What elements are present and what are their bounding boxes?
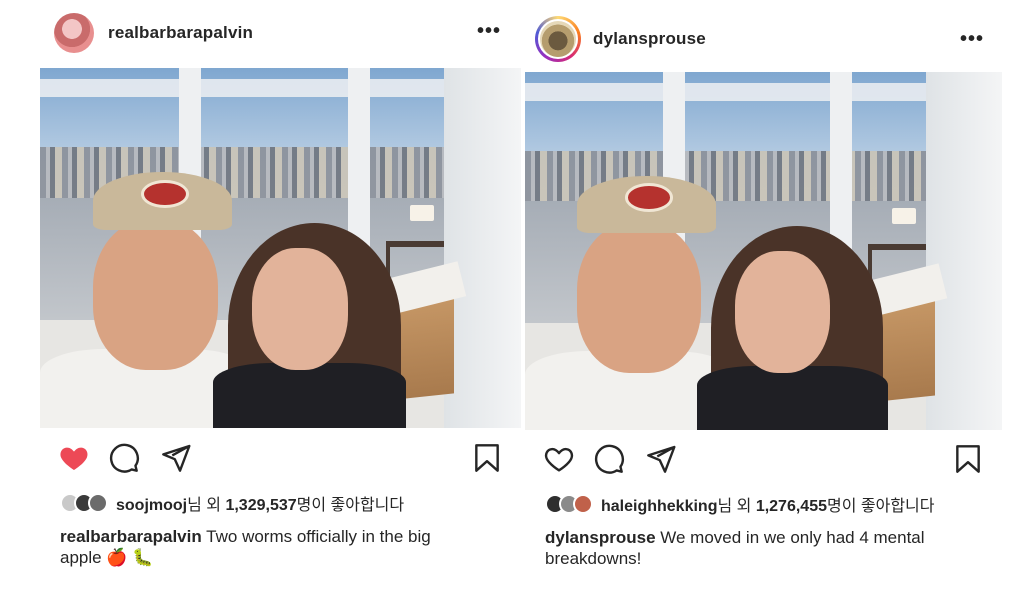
first-liker-username[interactable]: haleighhekking	[601, 498, 717, 515]
likes-count: 1,276,455	[755, 498, 827, 515]
likes-text: 님 외	[717, 498, 756, 515]
likes-summary[interactable]: soojmooj님 외 1,329,537명이 좋아합니다	[60, 491, 521, 515]
comment-button[interactable]	[591, 441, 627, 477]
heart-filled-icon	[60, 447, 88, 470]
post-photo[interactable]	[40, 68, 521, 428]
post-caption: dylansprouse We moved in we only had 4 m…	[545, 527, 962, 569]
first-liker-username[interactable]: soojmooj	[116, 497, 187, 514]
likes-summary[interactable]: haleighhekking님 외 1,276,455명이 좋아합니다	[545, 492, 1002, 516]
likes-text: 명이 좋아합니다	[296, 497, 405, 514]
send-icon	[162, 444, 191, 472]
comment-button[interactable]	[106, 440, 142, 476]
likes-text: 명이 좋아합니다	[827, 498, 935, 515]
share-button[interactable]	[643, 441, 679, 477]
bookmark-icon	[956, 445, 980, 473]
liker-avatars	[60, 493, 108, 513]
post-actions	[40, 440, 521, 480]
post-caption: realbarbarapalvin Two worms officially i…	[60, 526, 471, 568]
heart-outline-icon	[544, 447, 574, 472]
likes-count: 1,329,537	[225, 497, 297, 514]
avatar[interactable]	[54, 13, 94, 53]
post-actions	[525, 441, 1002, 481]
bookmark-icon	[475, 444, 499, 472]
liker-avatars	[545, 494, 593, 514]
more-options-icon[interactable]: •••	[960, 28, 984, 51]
comment-icon	[594, 444, 624, 474]
post-username[interactable]: dylansprouse	[593, 29, 706, 49]
send-icon	[647, 445, 676, 473]
like-button[interactable]	[541, 441, 577, 477]
post-card: dylansprouse ••• haleighhekking님 외 1,276…	[525, 0, 1002, 590]
caption-username[interactable]: dylansprouse	[545, 528, 656, 547]
avatar-story-ring[interactable]	[535, 16, 581, 62]
save-button[interactable]	[469, 440, 505, 476]
like-button[interactable]	[56, 440, 92, 476]
post-header: dylansprouse •••	[525, 14, 1002, 64]
comment-icon	[109, 443, 139, 473]
post-photo[interactable]	[525, 72, 1002, 430]
post-header: realbarbarapalvin •••	[40, 8, 521, 58]
post-username[interactable]: realbarbarapalvin	[108, 23, 253, 43]
photo-scene	[525, 72, 1002, 430]
post-card: realbarbarapalvin ••• soojmooj님 외 1,329,…	[40, 0, 521, 590]
likes-text: 님 외	[187, 497, 226, 514]
more-options-icon[interactable]: •••	[477, 20, 501, 43]
save-button[interactable]	[950, 441, 986, 477]
share-button[interactable]	[158, 440, 194, 476]
photo-scene	[40, 68, 521, 428]
caption-username[interactable]: realbarbarapalvin	[60, 527, 202, 546]
